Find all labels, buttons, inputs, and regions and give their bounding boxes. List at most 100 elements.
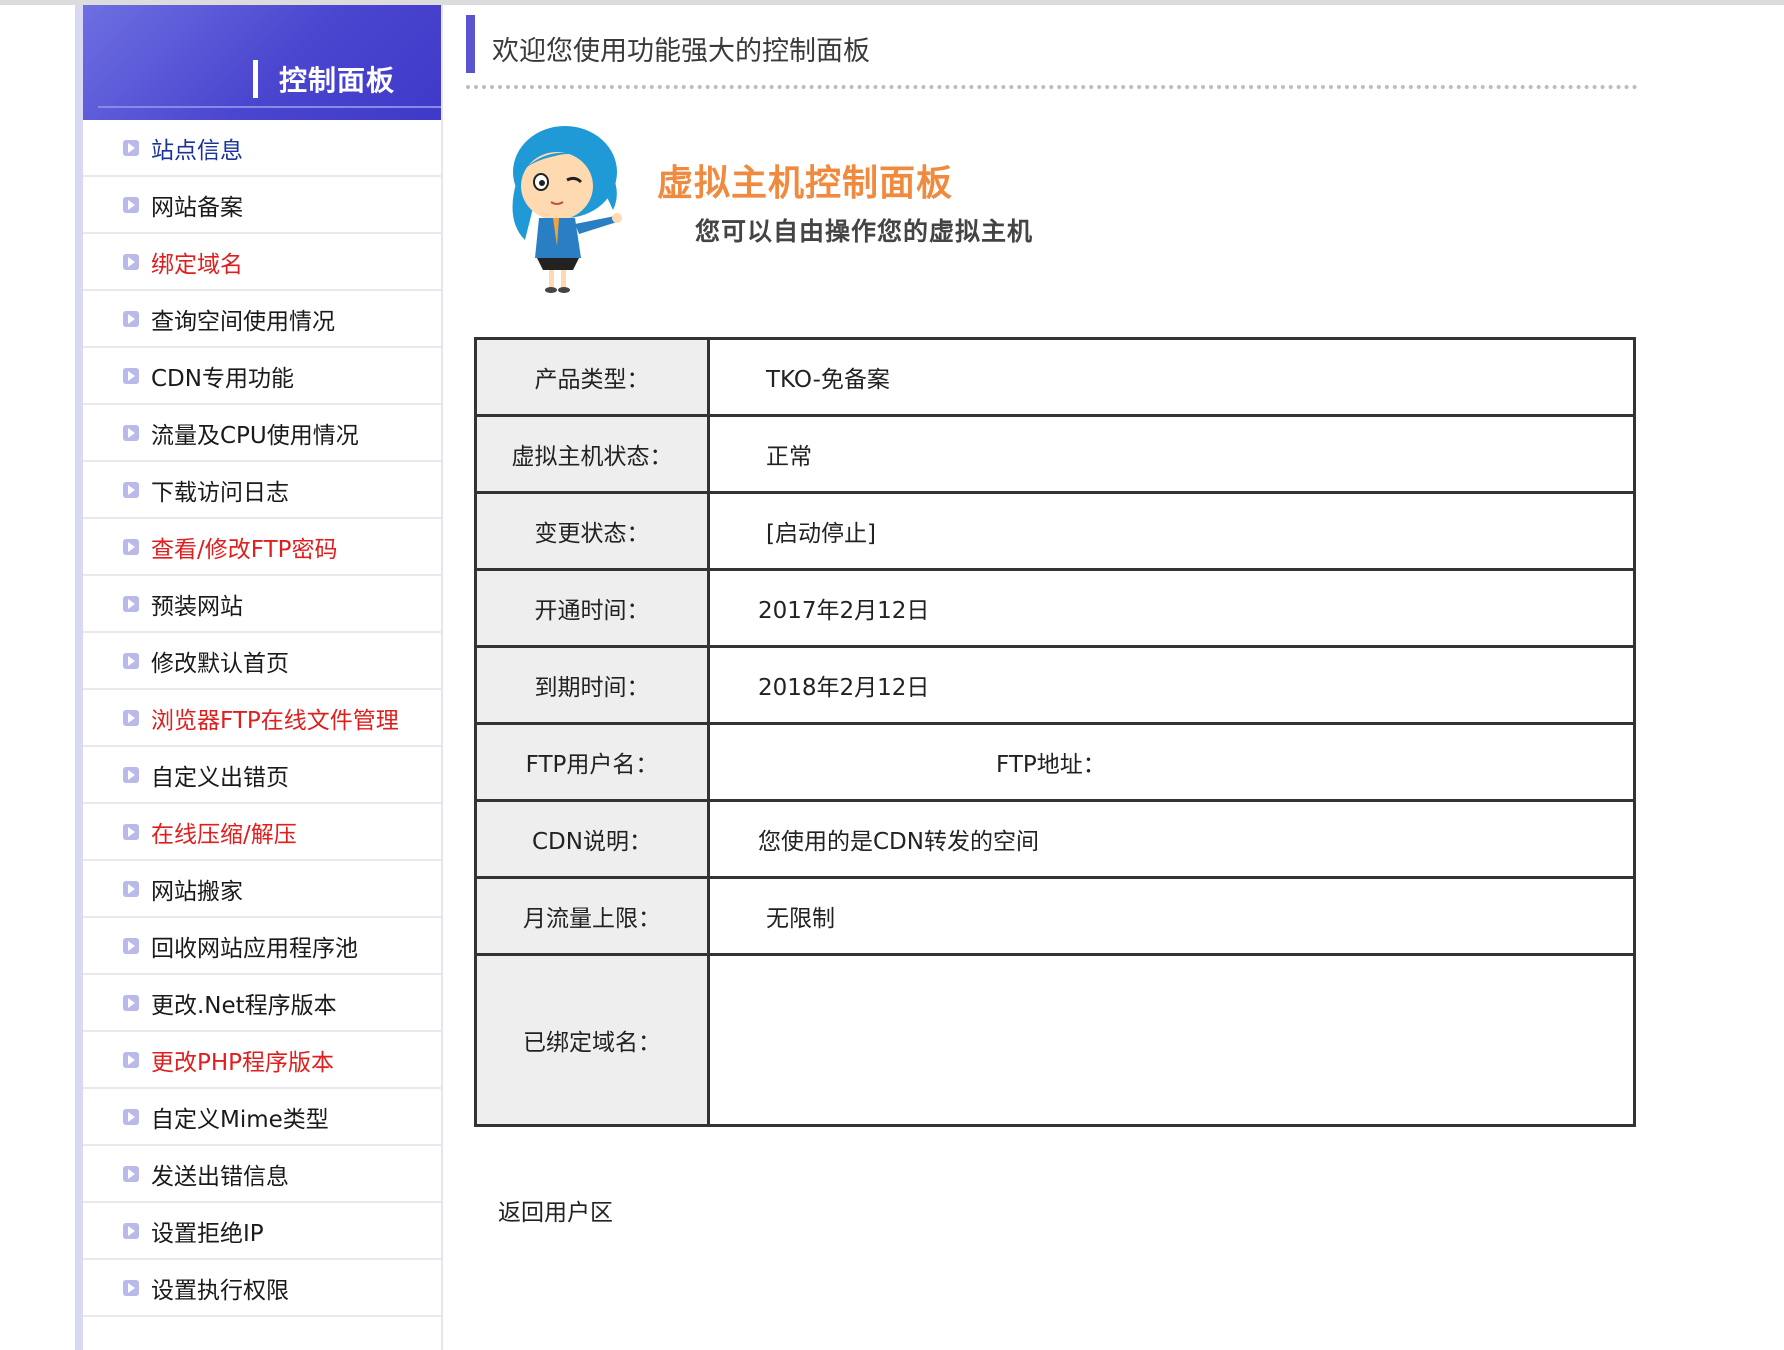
- arrow-bullet-icon: [123, 310, 139, 327]
- sidebar-item[interactable]: 修改默认首页: [83, 633, 441, 690]
- sidebar-item-label: 设置拒绝IP: [151, 1220, 264, 1247]
- sidebar-item-label: 设置执行权限: [151, 1277, 289, 1304]
- main-header: 欢迎您使用功能强大的控制面板: [466, 15, 1638, 89]
- sidebar-item[interactable]: 设置拒绝IP: [83, 1203, 441, 1260]
- table-row: 月流量上限： 无限制: [474, 876, 1636, 956]
- sidebar-item-label: 更改.Net程序版本: [151, 992, 337, 1019]
- change-status-label: 变更状态：: [474, 491, 710, 571]
- arrow-bullet-icon: [123, 1165, 139, 1182]
- product-type-value: TKO-免备案: [707, 337, 1636, 417]
- sidebar-item-label: 下载访问日志: [151, 479, 289, 506]
- arrow-bullet-icon: [123, 937, 139, 954]
- sidebar-item[interactable]: 绑定域名: [83, 234, 441, 291]
- cdn-value: 您使用的是CDN转发的空间: [707, 799, 1636, 879]
- sidebar-item[interactable]: 更改PHP程序版本: [83, 1032, 441, 1089]
- sidebar-item[interactable]: 下载访问日志: [83, 462, 441, 519]
- sidebar-item[interactable]: 站点信息: [83, 120, 441, 177]
- arrow-bullet-icon: [123, 481, 139, 498]
- sidebar-item-label: 在线压缩/解压: [151, 821, 297, 848]
- welcome-text: 欢迎您使用功能强大的控制面板: [492, 36, 870, 67]
- arrow-bullet-icon: [123, 1108, 139, 1125]
- table-row: 开通时间： 2017年2月12日: [474, 568, 1636, 648]
- banner: 虚拟主机控制面板 您可以自由操作您的虚拟主机: [495, 120, 1195, 300]
- open-time-value: 2017年2月12日: [707, 568, 1636, 648]
- traffic-limit-value: 无限制: [707, 876, 1636, 956]
- sidebar-item-label: 回收网站应用程序池: [151, 935, 358, 962]
- mascot-image: [512, 126, 622, 293]
- arrow-bullet-icon: [123, 823, 139, 840]
- sidebar-item-label: 发送出错信息: [151, 1163, 289, 1190]
- sidebar-item[interactable]: 回收网站应用程序池: [83, 918, 441, 975]
- banner-subtitle: 您可以自由操作您的虚拟主机: [695, 217, 1034, 246]
- sidebar-item-label: 网站备案: [151, 194, 243, 221]
- table-row: 虚拟主机状态： 正常: [474, 414, 1636, 494]
- arrow-bullet-icon: [123, 139, 139, 156]
- bound-domains-label: 已绑定域名：: [474, 953, 710, 1127]
- arrow-bullet-icon: [123, 538, 139, 555]
- sidebar-item[interactable]: 查询空间使用情况: [83, 291, 441, 348]
- host-status-label: 虚拟主机状态：: [474, 414, 710, 494]
- sidebar-item[interactable]: 流量及CPU使用情况: [83, 405, 441, 462]
- table-row: 产品类型： TKO-免备案: [474, 337, 1636, 417]
- bound-domains-value: [707, 953, 1636, 1127]
- arrow-bullet-icon: [123, 652, 139, 669]
- arrow-bullet-icon: [123, 880, 139, 897]
- sidebar-item-label: 自定义Mime类型: [151, 1106, 329, 1133]
- change-status-value[interactable]: [启动停止]: [707, 491, 1636, 571]
- main-header-bar: [466, 15, 475, 73]
- sidebar-item[interactable]: 更改.Net程序版本: [83, 975, 441, 1032]
- cdn-label: CDN说明：: [474, 799, 710, 879]
- sidebar-item[interactable]: 网站搬家: [83, 861, 441, 918]
- sidebar-item-label: 流量及CPU使用情况: [151, 422, 359, 449]
- sidebar-item-label: 自定义出错页: [151, 764, 289, 791]
- sidebar-item-label: 查询空间使用情况: [151, 308, 335, 335]
- sidebar-item[interactable]: CDN专用功能: [83, 348, 441, 405]
- arrow-bullet-icon: [123, 1222, 139, 1239]
- arrow-bullet-icon: [123, 709, 139, 726]
- ftp-address-label: FTP地址：: [996, 752, 1106, 778]
- sidebar-item[interactable]: 浏览器FTP在线文件管理: [83, 690, 441, 747]
- sidebar-title-bar: [253, 60, 258, 98]
- sidebar-item-label: CDN专用功能: [151, 365, 294, 392]
- arrow-bullet-icon: [123, 766, 139, 783]
- sidebar-item-label: 更改PHP程序版本: [151, 1049, 335, 1076]
- table-row: 变更状态： [启动停止]: [474, 491, 1636, 571]
- sidebar-item-label: 查看/修改FTP密码: [151, 536, 338, 563]
- sidebar: 控制面板 站点信息网站备案绑定域名查询空间使用情况 CDN专用功能流量及CPU使用…: [75, 5, 443, 1350]
- sidebar-header: 控制面板: [83, 5, 441, 120]
- expire-time-label: 到期时间：: [474, 645, 710, 725]
- table-row: 到期时间： 2018年2月12日: [474, 645, 1636, 725]
- sidebar-item[interactable]: 在线压缩/解压: [83, 804, 441, 861]
- sidebar-menu: 站点信息网站备案绑定域名查询空间使用情况 CDN专用功能流量及CPU使用情况 下载访…: [83, 120, 441, 1317]
- host-status-value: 正常: [707, 414, 1636, 494]
- arrow-bullet-icon: [123, 253, 139, 270]
- table-row: FTP用户名： FTP地址：: [474, 722, 1636, 802]
- ftp-cell: FTP地址：: [707, 722, 1636, 802]
- arrow-bullet-icon: [123, 196, 139, 213]
- sidebar-item[interactable]: 预装网站: [83, 576, 441, 633]
- sidebar-item[interactable]: 自定义出错页: [83, 747, 441, 804]
- sidebar-item-label: 网站搬家: [151, 878, 243, 905]
- sidebar-item-label: 浏览器FTP在线文件管理: [151, 707, 399, 734]
- sidebar-item-label: 绑定域名: [151, 251, 243, 278]
- sidebar-item[interactable]: 设置执行权限: [83, 1260, 441, 1317]
- sidebar-item[interactable]: 发送出错信息: [83, 1146, 441, 1203]
- arrow-bullet-icon: [123, 424, 139, 441]
- back-to-user-area-link[interactable]: 返回用户区: [498, 1193, 613, 1227]
- host-info-table: 产品类型： TKO-免备案 虚拟主机状态： 正常 变更状态： [启动停止] 开通…: [474, 337, 1636, 1127]
- table-row: 已绑定域名：: [474, 953, 1636, 1127]
- arrow-bullet-icon: [123, 1279, 139, 1296]
- sidebar-title: 控制面板: [279, 64, 396, 97]
- banner-title: 虚拟主机控制面板: [657, 163, 954, 204]
- sidebar-item-label: 修改默认首页: [151, 650, 289, 677]
- arrow-bullet-icon: [123, 1051, 139, 1068]
- traffic-limit-label: 月流量上限：: [474, 876, 710, 956]
- sidebar-item[interactable]: 网站备案: [83, 177, 441, 234]
- open-time-label: 开通时间：: [474, 568, 710, 648]
- sidebar-item[interactable]: 自定义Mime类型: [83, 1089, 441, 1146]
- arrow-bullet-icon: [123, 367, 139, 384]
- arrow-bullet-icon: [123, 994, 139, 1011]
- arrow-bullet-icon: [123, 595, 139, 612]
- sidebar-item-label: 预装网站: [151, 593, 243, 620]
- sidebar-item[interactable]: 查看/修改FTP密码: [83, 519, 441, 576]
